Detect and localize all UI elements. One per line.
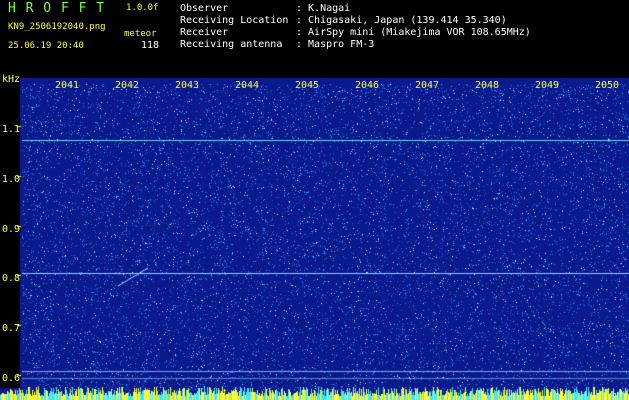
observer-value: : K.Nagai bbox=[296, 3, 351, 14]
x-tick-label: 2047 bbox=[415, 80, 440, 91]
antenna-label: Receiving antenna bbox=[180, 39, 283, 50]
meteor-count: 118 bbox=[141, 40, 160, 51]
x-tick-label: 2046 bbox=[355, 80, 380, 91]
x-tick-label: 2050 bbox=[595, 80, 620, 91]
y-tick-label: 0.6 bbox=[2, 373, 21, 384]
x-tick-label: 2045 bbox=[295, 80, 320, 91]
receiver-label: Receiver bbox=[180, 27, 229, 38]
observer-label: Observer bbox=[180, 3, 229, 14]
x-tick-label: 2042 bbox=[115, 80, 140, 91]
file-name: KN9_2506192040.png bbox=[8, 22, 106, 32]
app-logo: H R O F F T bbox=[8, 1, 106, 16]
location-label: Receiving Location bbox=[180, 15, 289, 26]
receiver-value: : AirSpy mini (Miakejima VOR 108.65MHz) bbox=[296, 27, 531, 38]
y-tick-label: 1.1 bbox=[2, 124, 21, 135]
y-tick-label: 0.8 bbox=[2, 273, 21, 284]
y-tick-label: 0.7 bbox=[2, 323, 21, 334]
antenna-value: : Maspro FM-3 bbox=[296, 39, 375, 50]
x-tick-label: 2043 bbox=[175, 80, 200, 91]
y-unit-label: kHz bbox=[2, 74, 21, 85]
app-version: 1.0.0f bbox=[126, 3, 159, 13]
date-time: 25.06.19 20:40 bbox=[8, 41, 84, 51]
x-tick-label: 2049 bbox=[535, 80, 560, 91]
header-panel: H R O F F T 1.0.0f KN9_2506192040.png me… bbox=[0, 0, 629, 78]
y-tick-label: 0.9 bbox=[2, 224, 21, 235]
y-tick-label: 1.0 bbox=[2, 174, 21, 185]
x-tick-label: 2048 bbox=[475, 80, 500, 91]
x-tick-label: 2041 bbox=[55, 80, 80, 91]
location-value: : Chigasaki, Japan (139.414 35.340) bbox=[296, 15, 507, 26]
meteor-label: meteor bbox=[124, 29, 157, 39]
x-tick-label: 2044 bbox=[235, 80, 260, 91]
spectrogram-canvas bbox=[0, 78, 629, 400]
